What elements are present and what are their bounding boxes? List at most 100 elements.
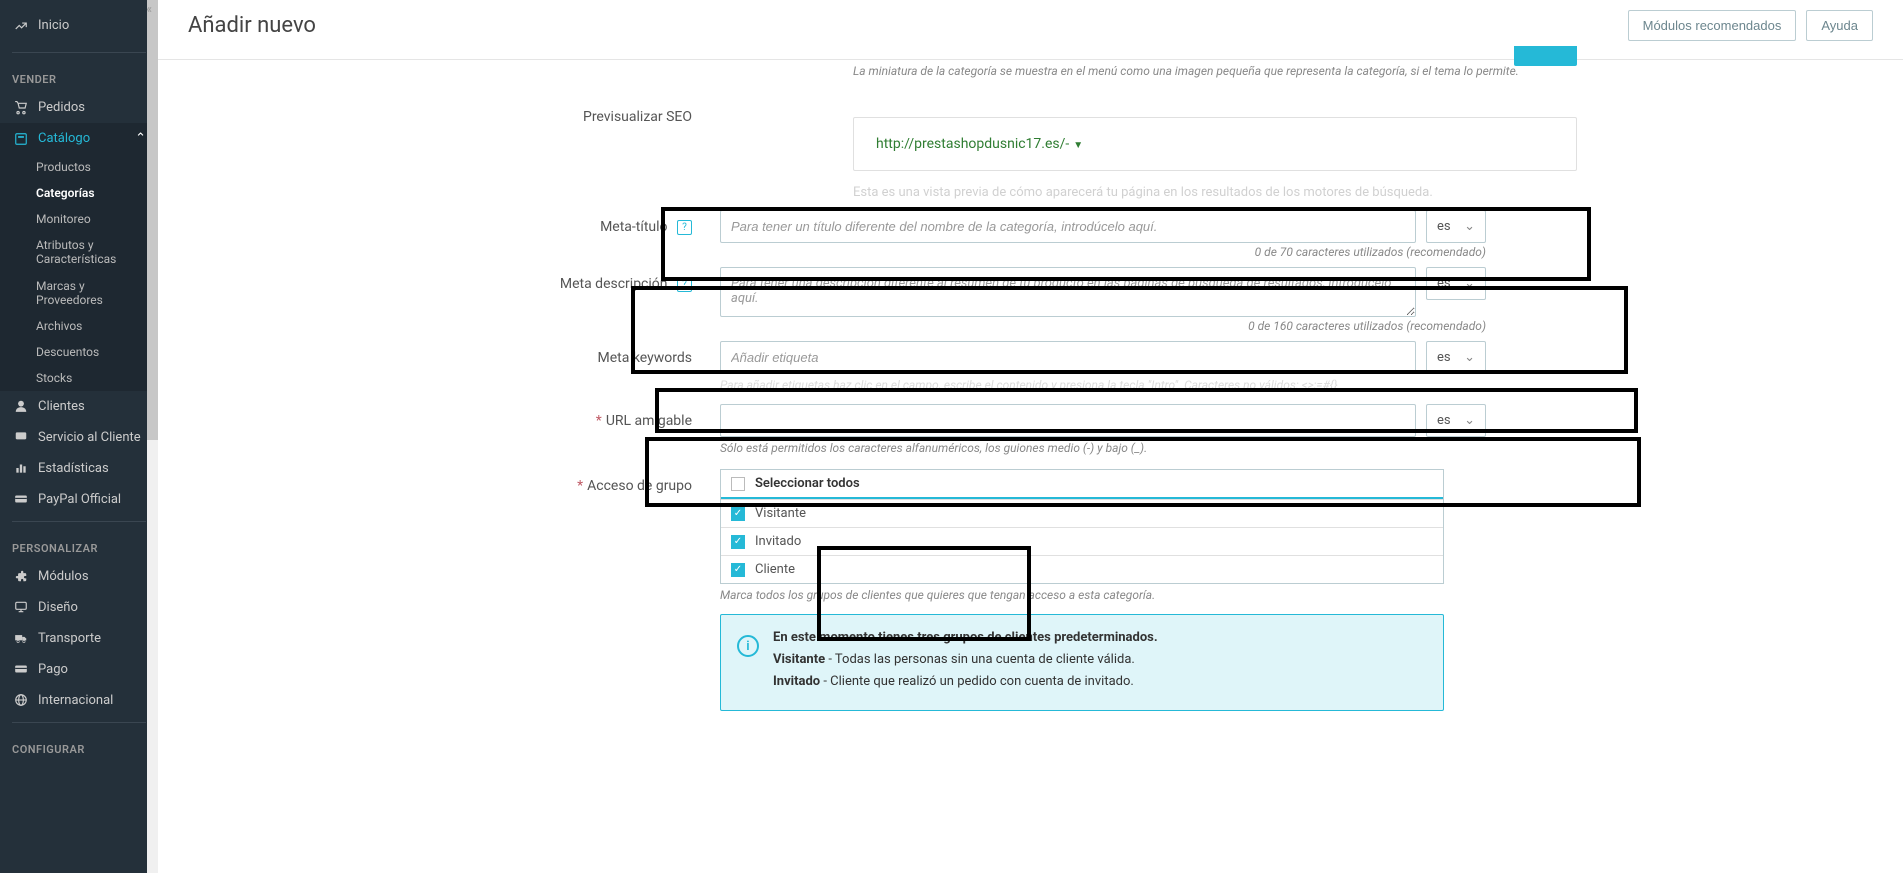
stats-icon [12, 461, 30, 475]
grupo-check-invitado[interactable]: ✓ [731, 535, 745, 549]
truck-icon [12, 631, 30, 645]
info-icon: i [737, 635, 759, 657]
sidebar-sub-archivos[interactable]: Archivos [0, 313, 158, 339]
grupo-help: Marca todos los grupos de clientes que q… [720, 588, 1486, 602]
seo-preview-box: http://prestashopdusnic17.es/-▼ [853, 117, 1577, 171]
sidebar-item-diseno[interactable]: Diseño [0, 592, 158, 623]
sidebar-sub-catalogo: Productos Categorías Monitoreo Atributos… [0, 154, 158, 391]
sidebar-item-pedidos[interactable]: Pedidos [0, 92, 158, 123]
sidebar-label-estadisticas: Estadísticas [38, 461, 146, 476]
sidebar-label-pago: Pago [38, 662, 146, 677]
sidebar-label-servicio: Servicio al Cliente [38, 430, 146, 445]
sidebar-item-estadisticas[interactable]: Estadísticas [0, 453, 158, 484]
url-input[interactable] [720, 404, 1416, 437]
help-icon[interactable]: ? [677, 277, 692, 292]
lang-label: es [1437, 276, 1451, 291]
alert-title: En este momento tienes tres grupos de cl… [773, 629, 1425, 647]
meta-keywords-help: Para añadir etiquetas haz clic en el cam… [720, 378, 1486, 392]
sidebar-sub-categorias[interactable]: Categorías [0, 180, 158, 206]
sidebar-item-pago[interactable]: Pago [0, 654, 158, 685]
trending-icon [12, 19, 30, 33]
sidebar-item-transporte[interactable]: Transporte [0, 623, 158, 654]
globe-icon [12, 693, 30, 707]
alert-line-visitante: Visitante - Todas las personas sin una c… [773, 651, 1425, 669]
grupo-row-invitado[interactable]: ✓ Invitado [721, 527, 1443, 555]
lang-dropdown[interactable]: es ⌄ [1426, 341, 1486, 374]
chevron-down-icon: ⌄ [1464, 413, 1475, 428]
lang-label: es [1437, 219, 1451, 234]
chevron-up-icon: ⌃ [135, 131, 146, 146]
page-title: Añadir nuevo [188, 13, 1618, 38]
sidebar-item-clientes[interactable]: Clientes [0, 391, 158, 422]
sidebar-label-clientes: Clientes [38, 399, 146, 414]
meta-title-label: Meta-título ? [188, 210, 720, 235]
grupo-check-cliente[interactable]: ✓ [731, 563, 745, 577]
sidebar-item-inicio[interactable]: Inicio [0, 10, 158, 41]
chat-icon [12, 430, 30, 444]
sidebar-sub-monitoreo[interactable]: Monitoreo [0, 206, 158, 232]
card-icon [12, 662, 30, 676]
help-icon[interactable]: ? [677, 220, 692, 235]
caret-down-icon[interactable]: ▼ [1073, 140, 1083, 151]
monitor-icon [12, 600, 30, 614]
grupo-label-invitado: Invitado [755, 534, 801, 549]
sidebar-label-internacional: Internacional [38, 693, 146, 708]
sidebar-label-inicio: Inicio [38, 18, 146, 33]
chevron-down-icon: ⌄ [1464, 350, 1475, 365]
sidebar-section-configurar: CONFIGURAR [0, 729, 158, 762]
sidebar-section-personalizar: PERSONALIZAR [0, 528, 158, 561]
lang-dropdown[interactable]: es ⌄ [1426, 267, 1486, 300]
page-header: Añadir nuevo Módulos recomendados Ayuda [158, 0, 1903, 60]
alert-line-invitado: Invitado - Cliente que realizó un pedido… [773, 673, 1425, 691]
meta-desc-counter: 0 de 160 caracteres utilizados (recomend… [720, 319, 1486, 333]
catalog-icon [12, 132, 30, 146]
seo-preview-url: http://prestashopdusnic17.es/-▼ [876, 136, 1083, 152]
sidebar-label-pedidos: Pedidos [38, 100, 146, 115]
form-content: La miniatura de la categoría se muestra … [158, 64, 1903, 731]
seo-preview-label: Previsualizar SEO [188, 100, 720, 125]
grupo-info-alert: i En este momento tienes tres grupos de … [720, 614, 1444, 711]
sidebar-item-catalogo[interactable]: Catálogo ⌃ [0, 123, 158, 154]
grupo-table: Seleccionar todos ✓ Visitante ✓ Invitado… [720, 469, 1444, 584]
grupo-row-all[interactable]: Seleccionar todos [721, 470, 1443, 499]
sidebar-item-modulos[interactable]: Módulos [0, 561, 158, 592]
user-icon [12, 399, 30, 413]
grupo-row-cliente[interactable]: ✓ Cliente [721, 555, 1443, 583]
lang-label: es [1437, 350, 1451, 365]
sidebar-sub-productos[interactable]: Productos [0, 154, 158, 180]
sidebar-collapse-icon[interactable]: « [146, 2, 152, 16]
sidebar-section-vender: VENDER [0, 59, 158, 92]
cart-icon [12, 101, 30, 115]
sidebar: « Inicio VENDER Pedidos Catálogo ⌃ Produ… [0, 0, 158, 873]
chevron-down-icon: ⌄ [1464, 219, 1475, 234]
lang-dropdown[interactable]: es ⌄ [1426, 210, 1486, 243]
grupo-check-all[interactable] [731, 477, 745, 491]
sidebar-sub-descuentos[interactable]: Descuentos [0, 339, 158, 365]
sidebar-item-servicio[interactable]: Servicio al Cliente [0, 422, 158, 453]
lang-dropdown[interactable]: es ⌄ [1426, 404, 1486, 437]
grupo-check-visitante[interactable]: ✓ [731, 507, 745, 521]
meta-desc-input[interactable] [720, 267, 1416, 317]
meta-title-counter: 0 de 70 caracteres utilizados (recomenda… [720, 245, 1486, 259]
sidebar-divider [12, 521, 146, 522]
grupo-label-cliente: Cliente [755, 562, 795, 577]
sidebar-sub-stocks[interactable]: Stocks [0, 365, 158, 391]
thumbnail-help-text: La miniatura de la categoría se muestra … [853, 64, 1873, 78]
main: Añadir nuevo Módulos recomendados Ayuda … [158, 0, 1903, 873]
thumbnail-upload-button-partial[interactable] [1514, 46, 1577, 66]
modulos-recomendados-button[interactable]: Módulos recomendados [1628, 10, 1797, 41]
meta-title-input[interactable] [720, 210, 1416, 243]
sidebar-divider [12, 52, 146, 53]
sidebar-item-internacional[interactable]: Internacional [0, 685, 158, 716]
meta-desc-label: Meta descripción ? [188, 267, 720, 292]
card-icon [12, 492, 30, 506]
ayuda-button[interactable]: Ayuda [1806, 10, 1873, 41]
lang-label: es [1437, 413, 1451, 428]
grupo-label-all: Seleccionar todos [755, 476, 860, 491]
grupo-row-visitante[interactable]: ✓ Visitante [721, 499, 1443, 527]
sidebar-sub-marcas[interactable]: Marcas y Proveedores [0, 273, 158, 313]
sidebar-sub-atributos[interactable]: Atributos y Características [0, 232, 158, 273]
sidebar-item-paypal[interactable]: PayPal Official [0, 484, 158, 515]
meta-keywords-input[interactable] [720, 341, 1416, 374]
meta-keywords-label: Meta keywords [188, 341, 720, 366]
